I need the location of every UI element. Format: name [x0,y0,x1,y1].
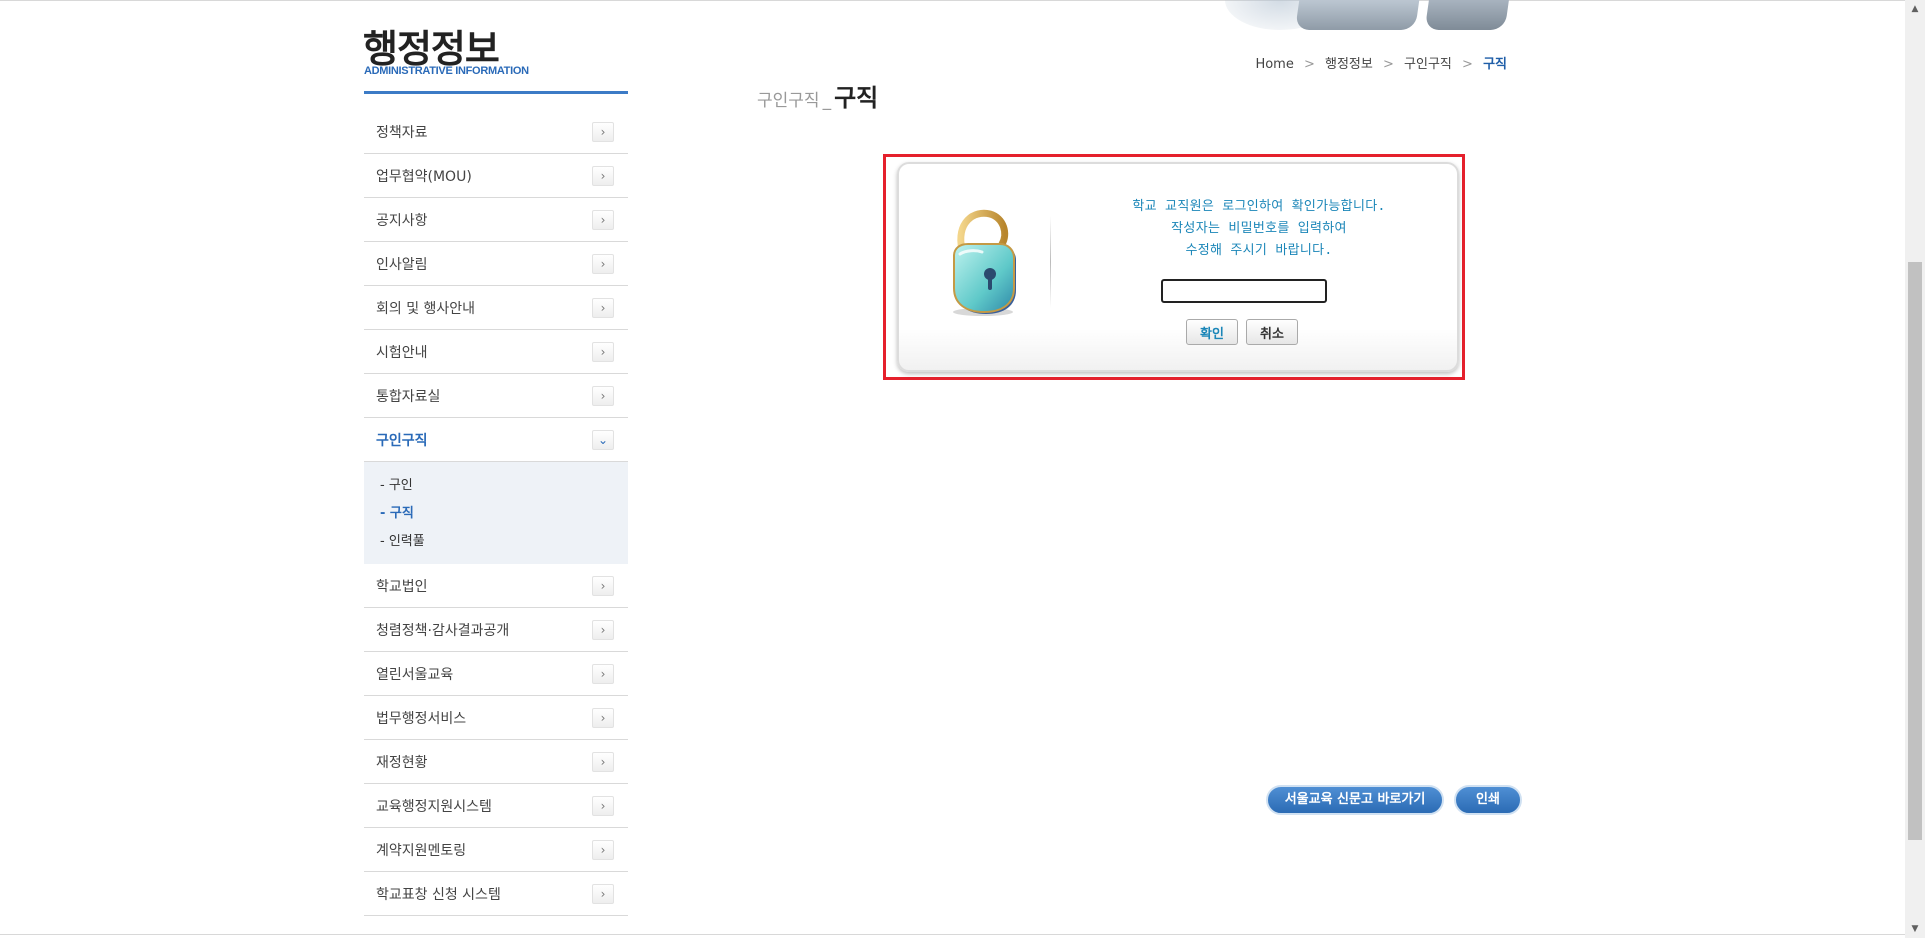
chevron-right-icon: > [1383,57,1394,72]
chevron-right-icon[interactable]: › [592,210,614,230]
sidebar-item-label: 재정현황 [376,754,428,771]
sidebar-item-exams[interactable]: 시험안내 › [364,330,628,374]
scroll-up-arrow-icon[interactable]: ▲ [1905,0,1925,18]
scrollbar-thumb[interactable] [1908,262,1922,840]
sidebar-item-label: 공지사항 [376,212,428,229]
sidebar-item-school-corp[interactable]: 학교법인 › [364,564,628,608]
chevron-down-icon[interactable]: ⌄ [592,430,614,450]
section-title-underline [364,91,628,94]
sidebar-menu: 정책자료 › 업무협약(MOU) › 공지사항 › 인사알림 › 회의 및 행사… [364,110,628,916]
sidebar-item-notices[interactable]: 공지사항 › [364,198,628,242]
page-title-current: 구직 [834,84,879,112]
cancel-button[interactable]: 취소 [1246,319,1298,345]
chevron-right-icon[interactable]: › [592,620,614,640]
print-button[interactable]: 인쇄 [1454,785,1522,815]
dialog-message-line: 작성자는 비밀번호를 입력하여 [1171,221,1347,236]
breadcrumb-current: 구직 [1483,57,1507,72]
sidebar-submenu-container: - 구인 - 구직 - 인력풀 [364,462,628,564]
sidebar-item-label: 학교표창 신청 시스템 [376,886,501,903]
page-title: 구인구직 _ 구직 [757,78,878,113]
chevron-right-icon[interactable]: › [592,122,614,142]
breadcrumb-jobs[interactable]: 구인구직 [1404,57,1452,72]
sidebar-item-label: 회의 및 행사안내 [376,300,476,317]
dialog-message-line: 수정해 주시기 바랍니다. [1185,243,1333,258]
sidebar-item-personnel[interactable]: 인사알림 › [364,242,628,286]
sidebar-item-label: 계약지원멘토링 [376,842,467,859]
chevron-right-icon[interactable]: › [592,708,614,728]
bottom-divider [0,934,1905,935]
sidebar-item-label: 법무행정서비스 [376,710,467,727]
sidebar-item-label: 정책자료 [376,124,428,141]
sidebar-item-admin-system[interactable]: 교육행정지원시스템 › [364,784,628,828]
sidebar-item-contract-mentoring[interactable]: 계약지원멘토링 › [364,828,628,872]
sidebar-item-label: 학교법인 [376,578,428,595]
chevron-right-icon[interactable]: › [592,752,614,772]
page-title-parent: 구인구직 [757,91,820,111]
sidebar-item-label: 통합자료실 [376,388,441,405]
sidebar-item-legal[interactable]: 법무행정서비스 › [364,696,628,740]
breadcrumb-admin-info[interactable]: 행정정보 [1325,57,1373,72]
chevron-right-icon[interactable]: › [592,884,614,904]
sidebar-subitem-talent-pool[interactable]: - 인력풀 [380,528,628,556]
sinmungo-link-button[interactable]: 서울교육 신문고 바로가기 [1266,785,1444,815]
sidebar-item-meetings[interactable]: 회의 및 행사안내 › [364,286,628,330]
sidebar-item-label: 인사알림 [376,256,428,273]
chevron-right-icon[interactable]: › [592,254,614,274]
confirm-button[interactable]: 확인 [1186,319,1238,345]
decor-cube [1295,0,1425,30]
vertical-scrollbar[interactable]: ▲ ▼ [1905,0,1925,938]
scroll-down-arrow-icon[interactable]: ▼ [1905,920,1925,938]
chevron-right-icon: > [1303,57,1315,72]
breadcrumb: Home > 행정정보 > 구인구직 > 구직 [1255,53,1507,72]
sidebar-item-label: 청렴정책·감사결과공개 [376,622,510,639]
dialog-message: 학교 교직원은 로그인하여 확인가능합니다. 작성자는 비밀번호를 입력하여 수… [1089,196,1429,262]
chevron-right-icon[interactable]: › [592,166,614,186]
password-dialog: 학교 교직원은 로그인하여 확인가능합니다. 작성자는 비밀번호를 입력하여 수… [897,162,1459,372]
sidebar-item-label: 열린서울교육 [376,666,454,683]
sidebar-item-label: 업무협약(MOU) [376,168,472,185]
dialog-divider [1050,216,1051,308]
sidebar-item-jobs[interactable]: 구인구직 ⌄ [364,418,628,462]
sidebar-item-finance[interactable]: 재정현황 › [364,740,628,784]
sidebar-item-mou[interactable]: 업무협약(MOU) › [364,154,628,198]
sidebar-item-label: 교육행정지원시스템 [376,798,492,815]
chevron-right-icon[interactable]: › [592,576,614,596]
sidebar-submenu: - 구인 - 구직 - 인력풀 [364,462,628,564]
sidebar-item-school-award[interactable]: 학교표창 신청 시스템 › [364,872,628,916]
chevron-right-icon[interactable]: › [592,840,614,860]
page-title-separator: _ [822,91,832,111]
password-input[interactable] [1161,279,1327,303]
breadcrumb-home[interactable]: Home [1255,57,1293,72]
sidebar-item-open-education[interactable]: 열린서울교육 › [364,652,628,696]
sidebar-item-label: 시험안내 [376,344,428,361]
sidebar-item-archive[interactable]: 통합자료실 › [364,374,628,418]
sidebar-item-integrity[interactable]: 청렴정책·감사결과공개 › [364,608,628,652]
section-subtitle: ADMINISTRATIVE INFORMATION [364,65,529,77]
decor-cube [1424,0,1516,30]
unlocked-padlock-icon [953,209,1016,316]
dialog-message-line: 학교 교직원은 로그인하여 확인가능합니다. [1132,199,1386,214]
chevron-right-icon[interactable]: › [592,342,614,362]
sidebar-subitem-job-seeking[interactable]: - 구직 [380,500,628,528]
header-decoration [1185,0,1525,55]
chevron-right-icon[interactable]: › [592,298,614,318]
sidebar-item-label: 구인구직 [376,432,428,449]
top-divider [0,0,1905,1]
chevron-right-icon[interactable]: › [592,386,614,406]
chevron-right-icon[interactable]: › [592,796,614,816]
sidebar-subitem-recruit[interactable]: - 구인 [380,472,628,500]
sidebar-item-policy-data[interactable]: 정책자료 › [364,110,628,154]
chevron-right-icon[interactable]: › [592,664,614,684]
chevron-right-icon: > [1462,57,1473,72]
